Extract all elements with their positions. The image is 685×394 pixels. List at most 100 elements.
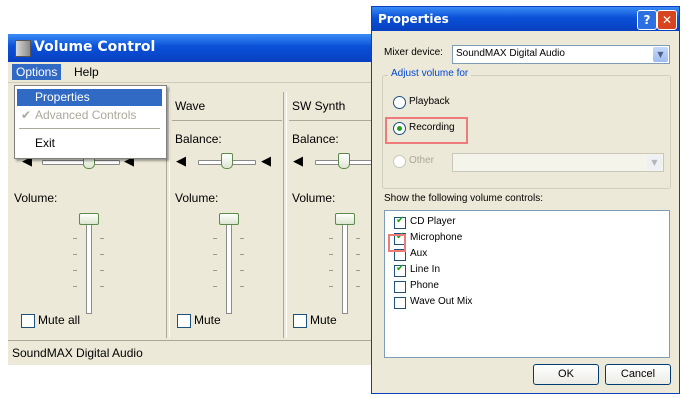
swsynth-balance-slider-thumb[interactable]: [338, 153, 350, 169]
help-button[interactable]: ?: [637, 10, 657, 30]
volume-tick: [240, 286, 244, 287]
master-volume-label: Volume:: [14, 191, 58, 205]
close-button[interactable]: ✕: [657, 10, 677, 30]
master-balance-slider-track[interactable]: [42, 160, 120, 165]
wave-title-divider: [172, 120, 282, 121]
menu-item-exit-label: Exit: [35, 136, 56, 150]
column-divider: [283, 92, 287, 338]
menu-item-advanced-controls: ✔ Advanced Controls: [17, 107, 162, 124]
wave-mute-label: Mute: [194, 313, 221, 327]
volume-tick: [213, 286, 217, 287]
volume-tick: [329, 270, 333, 271]
properties-title: Properties: [378, 12, 449, 26]
wave-mute-checkbox[interactable]: [177, 314, 191, 328]
other-device-select: ▼: [452, 153, 664, 172]
playback-radio[interactable]: [393, 96, 406, 109]
master-volume-slider-thumb[interactable]: [79, 213, 99, 225]
cd-player-checkbox[interactable]: ✔: [394, 215, 406, 229]
swsynth-title-divider: [289, 120, 371, 121]
volume-tick: [73, 254, 77, 255]
volume-tick: [73, 270, 77, 271]
ok-button[interactable]: OK: [533, 364, 599, 385]
volume-tick: [73, 238, 77, 239]
status-device-text: SoundMAX Digital Audio: [12, 346, 143, 360]
check-icon: ✔: [396, 215, 405, 226]
wave-column-title: Wave: [175, 99, 206, 113]
volume-control-app-icon: [15, 40, 31, 57]
volume-controls-list: ✔ CD Player ✔ Microphone Aux ✔ Line In P…: [384, 210, 670, 358]
show-controls-label: Show the following volume controls:: [384, 193, 543, 204]
properties-titlebar[interactable]: Properties ? ✕: [372, 7, 679, 31]
check-icon: ✔: [21, 108, 32, 122]
wave-balance-label: Balance:: [175, 132, 222, 146]
mute-all-checkbox[interactable]: [21, 314, 35, 328]
status-bar: SoundMAX Digital Audio: [8, 340, 374, 365]
wave-out-mix-checkbox[interactable]: [394, 297, 406, 309]
volume-tick: [213, 270, 217, 271]
wave-volume-label: Volume:: [175, 191, 219, 205]
chevron-down-icon: ▼: [647, 155, 662, 170]
radio-selected-dot: [397, 126, 402, 131]
volume-control-titlebar[interactable]: Volume Control: [8, 34, 378, 62]
menu-options[interactable]: Options: [12, 64, 62, 80]
menu-item-properties[interactable]: Properties: [17, 89, 162, 106]
master-volume-slider-track[interactable]: [86, 214, 92, 314]
volume-tick: [100, 270, 104, 271]
microphone-highlight-box: [388, 234, 406, 252]
wave-balance-right-speaker-icon: ◀: [261, 154, 271, 169]
swsynth-mute-label: Mute: [310, 313, 337, 327]
volume-tick: [100, 254, 104, 255]
recording-label: Recording: [409, 122, 455, 133]
mute-all-label: Mute all: [38, 313, 81, 327]
volume-control-title: Volume Control: [34, 39, 156, 55]
line-in-label: Line In: [410, 264, 441, 275]
wave-volume-slider-track[interactable]: [226, 214, 232, 314]
volume-tick: [329, 286, 333, 287]
volume-tick: [73, 286, 77, 287]
swsynth-balance-label: Balance:: [292, 132, 339, 146]
volume-tick: [213, 254, 217, 255]
line-in-checkbox[interactable]: ✔: [394, 263, 406, 277]
volume-tick: [240, 254, 244, 255]
recording-radio[interactable]: [393, 122, 406, 135]
adjust-volume-group-title: Adjust volume for: [388, 68, 472, 79]
swsynth-volume-label: Volume:: [292, 191, 336, 205]
menu-item-advanced-controls-label: Advanced Controls: [35, 108, 137, 122]
phone-label: Phone: [410, 280, 439, 291]
playback-label: Playback: [409, 96, 450, 107]
volume-tick: [356, 238, 360, 239]
phone-checkbox[interactable]: [394, 281, 406, 293]
volume-tick: [100, 286, 104, 287]
cd-player-label: CD Player: [410, 216, 456, 227]
wave-out-mix-label: Wave Out Mix: [410, 296, 473, 307]
menu-item-exit[interactable]: Exit: [17, 135, 162, 152]
swsynth-column-title: SW Synth: [292, 99, 346, 113]
volume-tick: [356, 270, 360, 271]
menu-help[interactable]: Help: [70, 64, 103, 80]
volume-tick: [240, 270, 244, 271]
swsynth-volume-slider-thumb[interactable]: [335, 213, 355, 225]
chevron-down-icon[interactable]: ▼: [653, 47, 668, 62]
volume-tick: [356, 286, 360, 287]
volume-tick: [329, 254, 333, 255]
wave-balance-slider-thumb[interactable]: [221, 153, 233, 169]
volume-tick: [240, 238, 244, 239]
swsynth-volume-slider-track[interactable]: [342, 214, 348, 314]
swsynth-balance-left-speaker-icon: ◀: [293, 154, 303, 169]
check-icon: ✔: [396, 263, 405, 274]
volume-tick: [100, 238, 104, 239]
swsynth-mute-checkbox[interactable]: [293, 314, 307, 328]
cancel-button[interactable]: Cancel: [605, 364, 671, 385]
aux-label: Aux: [410, 248, 428, 259]
other-label: Other: [409, 155, 435, 166]
options-dropdown-menu: Properties ✔ Advanced Controls Exit: [14, 85, 167, 159]
menu-separator: [19, 128, 160, 129]
volume-tick: [356, 254, 360, 255]
wave-balance-left-speaker-icon: ◀: [176, 154, 186, 169]
menu-item-properties-label: Properties: [35, 90, 90, 104]
other-radio: [393, 155, 406, 168]
mixer-device-select[interactable]: SoundMAX Digital Audio ▼: [452, 45, 670, 64]
wave-volume-slider-thumb[interactable]: [219, 213, 239, 225]
mixer-device-value: SoundMAX Digital Audio: [456, 48, 565, 59]
volume-tick: [329, 238, 333, 239]
